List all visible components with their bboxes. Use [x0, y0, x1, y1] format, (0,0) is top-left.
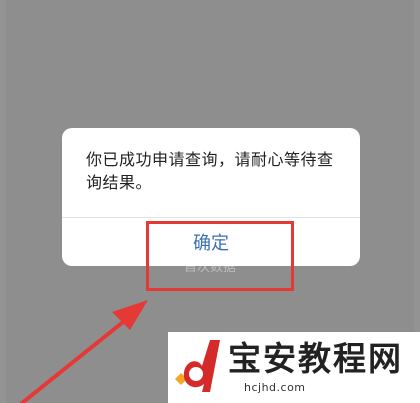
- watermark-title: 宝安教程网: [228, 339, 403, 378]
- watermark: 宝安教程网 hcjhd.com: [168, 332, 420, 403]
- watermark-url: hcjhd.com: [244, 381, 306, 394]
- highlight-box: [146, 221, 294, 291]
- dialog-message: 你已成功申请查询，请耐心等待查询结果。: [86, 150, 334, 192]
- site-logo-icon: [175, 340, 220, 392]
- edge-strip-left: [0, 0, 6, 403]
